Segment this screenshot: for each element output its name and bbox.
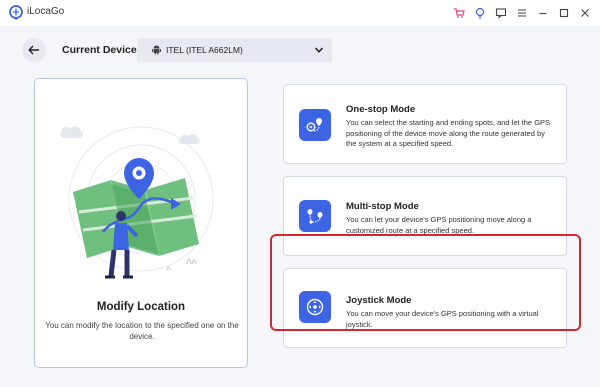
back-button[interactable] xyxy=(22,38,46,62)
message-icon xyxy=(495,8,506,19)
title-bar: iLocaGo xyxy=(0,0,600,26)
one-stop-mode-title: One-stop Mode xyxy=(346,104,416,115)
modify-location-description: You can modify the location to the speci… xyxy=(45,321,239,341)
close-button[interactable] xyxy=(575,4,594,22)
minimize-icon xyxy=(539,12,546,15)
multi-stop-mode-title: Multi-stop Mode xyxy=(346,201,419,212)
joystick-mode-icon xyxy=(299,291,331,323)
main-content: Current Device: ITEL (ITEL A662LM) Modif… xyxy=(0,26,600,387)
joystick-mode-card[interactable]: Joystick Mode You can move your device's… xyxy=(283,268,567,348)
multi-pin-route-icon xyxy=(307,209,323,224)
current-device-label: Current Device: xyxy=(62,44,141,56)
joystick-mode-title: Joystick Mode xyxy=(346,295,412,306)
joystick-mode-description: You can move your device's GPS positioni… xyxy=(346,309,539,329)
joystick-icon xyxy=(306,298,324,316)
maximize-icon xyxy=(559,8,568,18)
route-pin-icon xyxy=(306,118,322,132)
menu-icon xyxy=(517,9,526,17)
tips-button[interactable] xyxy=(470,4,489,22)
arrow-left-icon xyxy=(28,45,39,55)
cart-icon xyxy=(453,8,465,18)
cart-button[interactable] xyxy=(449,4,468,22)
multi-stop-mode-description: You can let your device's GPS positionin… xyxy=(346,215,532,235)
android-icon xyxy=(152,45,161,55)
feedback-button[interactable] xyxy=(491,4,510,22)
menu-button[interactable] xyxy=(512,4,531,22)
lightbulb-icon xyxy=(475,7,484,19)
multi-stop-mode-icon xyxy=(299,200,331,232)
window-controls xyxy=(449,4,594,22)
minimize-button[interactable] xyxy=(533,4,552,22)
modify-location-card[interactable]: Modify Location You can modify the locat… xyxy=(34,78,248,368)
one-stop-mode-description: You can select the starting and ending s… xyxy=(346,118,551,148)
device-select[interactable]: ITEL (ITEL A662LM) xyxy=(137,38,332,62)
close-icon xyxy=(580,9,589,17)
map-illustration xyxy=(60,126,214,279)
one-stop-mode-card[interactable]: One-stop Mode You can select the startin… xyxy=(283,84,567,164)
one-stop-mode-icon xyxy=(299,109,331,141)
chevron-down-icon xyxy=(314,47,324,53)
app-logo-icon xyxy=(9,5,23,20)
maximize-button[interactable] xyxy=(554,4,573,22)
modify-location-title: Modify Location xyxy=(96,301,186,313)
device-name: ITEL (ITEL A662LM) xyxy=(166,45,243,55)
multi-stop-mode-card[interactable]: Multi-stop Mode You can let your device'… xyxy=(283,176,567,256)
app-name: iLocaGo xyxy=(27,6,65,17)
